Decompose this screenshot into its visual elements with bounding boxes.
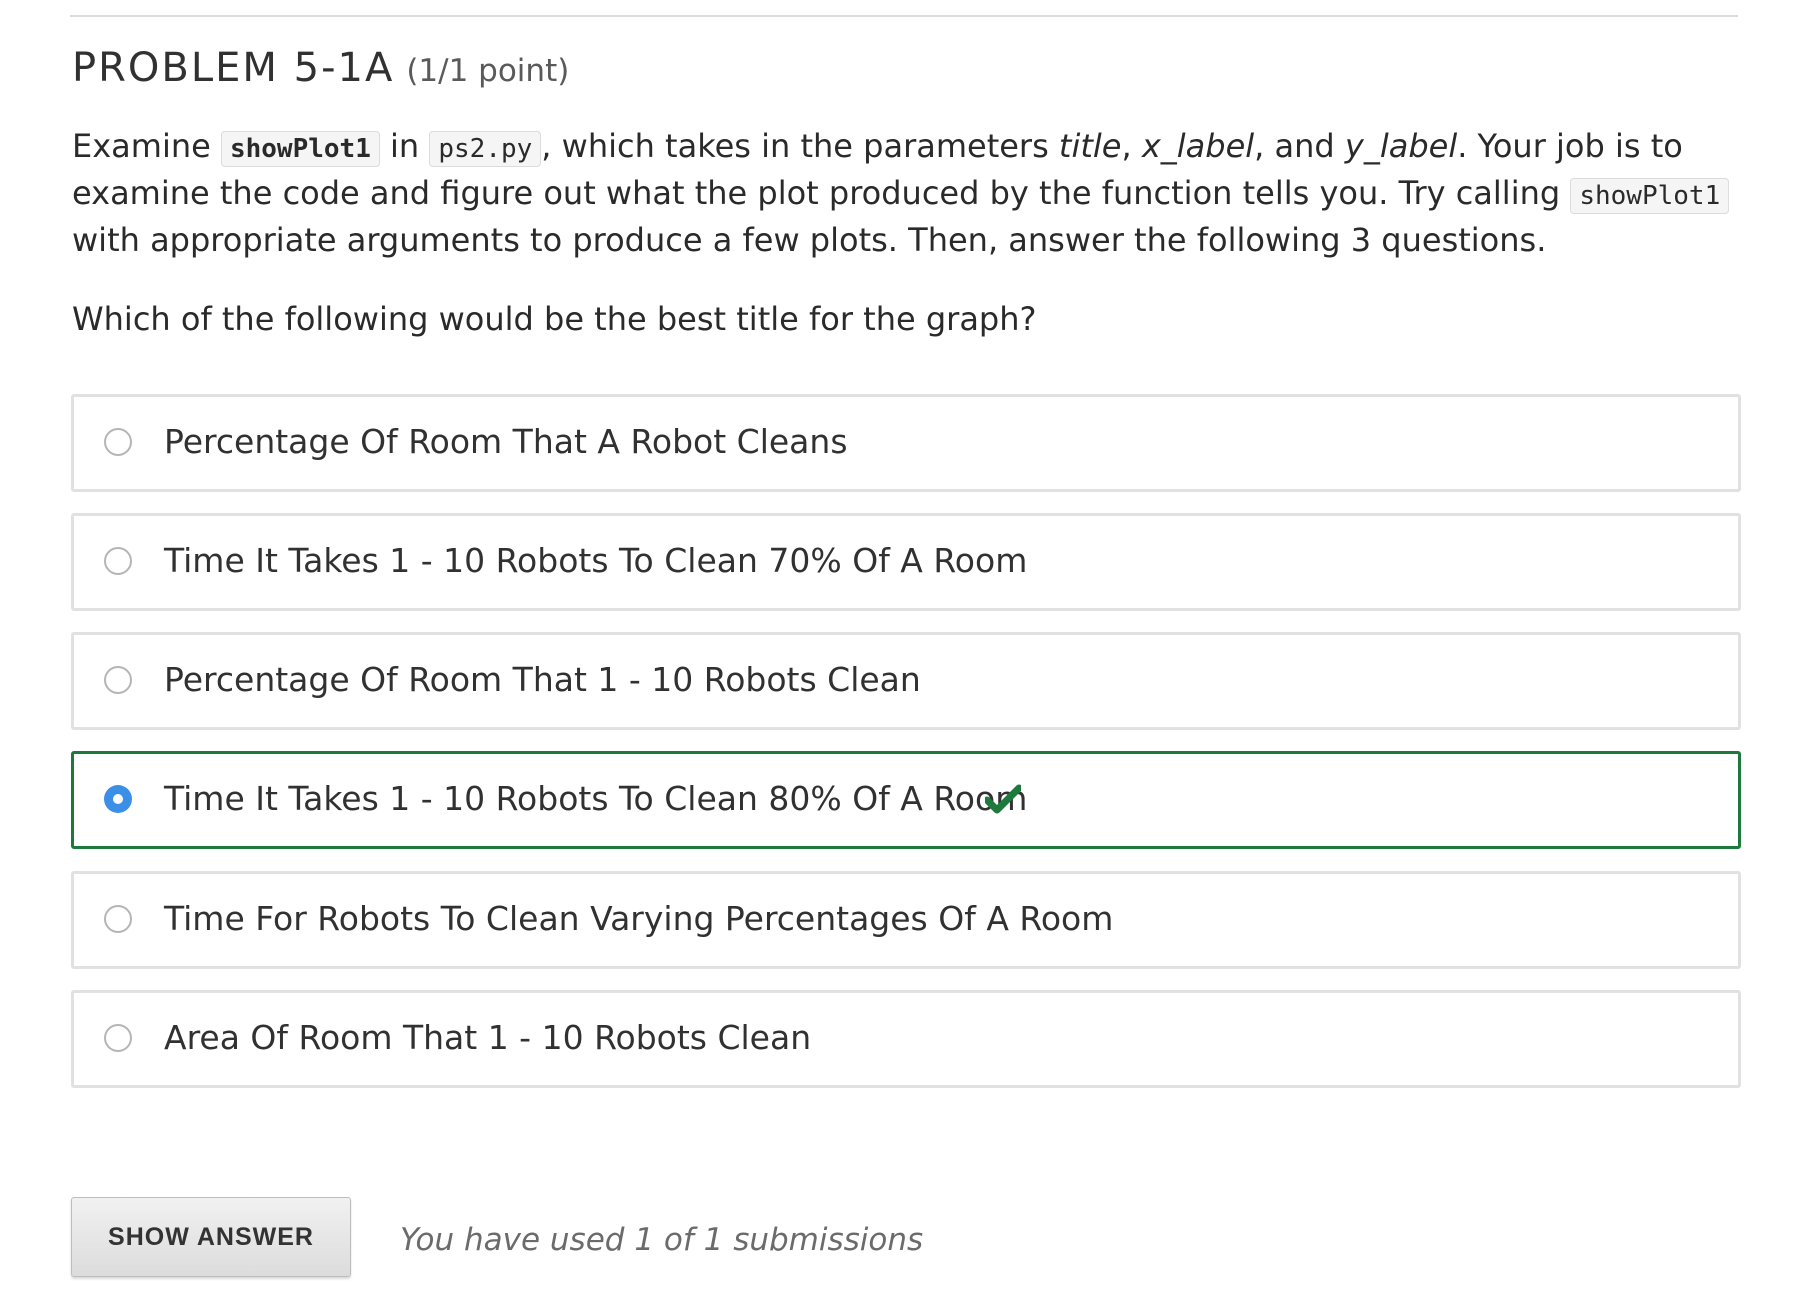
choice-label: Area Of Room That 1 - 10 Robots Clean — [164, 1018, 812, 1057]
choice-label: Time For Robots To Clean Varying Percent… — [164, 899, 1114, 938]
radio-button[interactable] — [104, 666, 132, 694]
question-text: Which of the following would be the best… — [72, 300, 1037, 338]
choice-label: Time It Takes 1 - 10 Robots To Clean 70%… — [164, 541, 1028, 580]
choice-option[interactable]: Percentage Of Room That A Robot Cleans — [71, 394, 1741, 492]
submission-status: You have used 1 of 1 submissions — [400, 1222, 924, 1258]
radio-button[interactable] — [104, 905, 132, 933]
choice-option[interactable]: Percentage Of Room That 1 - 10 Robots Cl… — [71, 632, 1741, 730]
choice-option[interactable]: Time It Takes 1 - 10 Robots To Clean 70%… — [71, 513, 1741, 611]
choice-label: Percentage Of Room That A Robot Cleans — [164, 422, 848, 461]
checkmark-icon — [985, 784, 1021, 814]
problem-header: PROBLEM 5-1A (1/1 point) — [72, 45, 569, 91]
problem-description: Examine showPlot1 in ps2.py, which takes… — [72, 124, 1742, 262]
description-text: with appropriate arguments to produce a … — [72, 221, 1547, 259]
radio-button[interactable] — [104, 428, 132, 456]
problem-points: (1/1 point) — [406, 53, 570, 89]
description-text: , and — [1254, 127, 1345, 165]
code-file-name: ps2.py — [429, 131, 542, 167]
code-function-name-2: showPlot1 — [1570, 178, 1730, 214]
choice-option[interactable]: Area Of Room That 1 - 10 Robots Clean — [71, 990, 1741, 1088]
param-title: title — [1058, 127, 1122, 165]
description-text: in — [379, 127, 430, 165]
code-function-name: showPlot1 — [220, 131, 380, 167]
problem-title: PROBLEM 5-1A — [72, 45, 395, 91]
param-x-label: x_label — [1141, 127, 1255, 165]
description-text: Examine — [72, 127, 221, 165]
choice-option-selected-correct[interactable]: Time It Takes 1 - 10 Robots To Clean 80%… — [71, 751, 1741, 849]
radio-button[interactable] — [104, 1024, 132, 1052]
param-y-label: y_label — [1344, 127, 1458, 165]
radio-button-checked[interactable] — [104, 785, 132, 813]
choice-label: Time It Takes 1 - 10 Robots To Clean 80%… — [164, 779, 1028, 818]
top-divider — [70, 15, 1738, 17]
show-answer-button[interactable]: SHOW ANSWER — [71, 1197, 351, 1277]
description-text: , — [1121, 127, 1142, 165]
radio-button[interactable] — [104, 547, 132, 575]
choice-label: Percentage Of Room That 1 - 10 Robots Cl… — [164, 660, 921, 699]
choice-option[interactable]: Time For Robots To Clean Varying Percent… — [71, 871, 1741, 969]
description-text: , which takes in the parameters — [541, 127, 1059, 165]
